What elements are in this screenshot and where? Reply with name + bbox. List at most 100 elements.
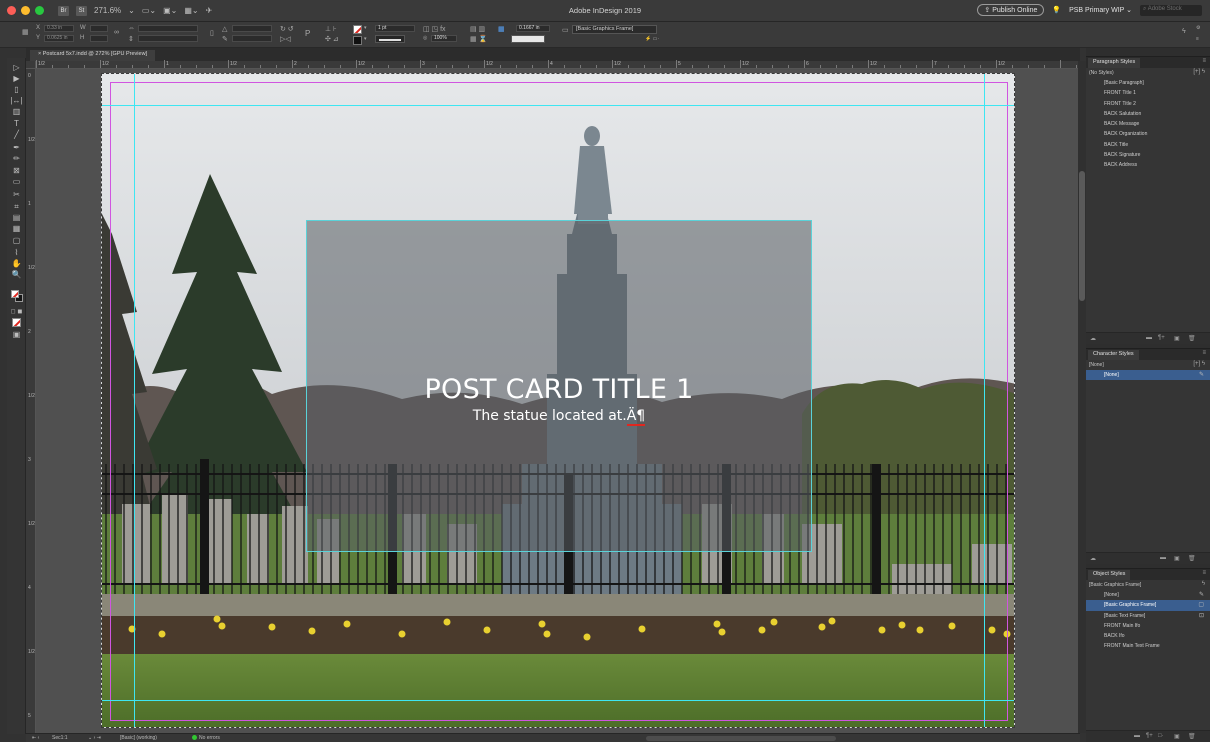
gap-tool-icon[interactable]: |↔| <box>9 95 24 106</box>
object-style-item[interactable]: FRONT Main Ifo <box>1086 621 1210 631</box>
new-group-icon[interactable]: ▬ <box>1146 335 1152 341</box>
pen-tool-icon[interactable]: ✒ <box>9 142 24 153</box>
scale-y-field[interactable] <box>138 35 198 42</box>
type-tool-icon[interactable]: T <box>9 118 24 129</box>
clear-overrides-icon[interactable]: ¶+ <box>1158 335 1165 341</box>
object-style-item[interactable]: [None] ✎ <box>1086 590 1210 600</box>
paragraph-style-item[interactable]: BACK Message <box>1086 119 1210 129</box>
document-tab[interactable]: × Postcard 5x7.indd @ 272% [GPU Preview] <box>30 50 156 61</box>
publish-online-button[interactable]: ⇪ Publish Online <box>977 4 1045 16</box>
shear-field[interactable] <box>232 35 272 42</box>
x-position-field[interactable]: 0.33 in <box>44 25 74 32</box>
zoom-window-button[interactable] <box>35 6 44 15</box>
apply-color-icon[interactable]: ◻ ◼ <box>9 306 24 317</box>
settings-icon[interactable]: ⚙ <box>1196 25 1200 31</box>
character-style-item[interactable]: [None] ✎ <box>1086 370 1210 381</box>
ruler-origin[interactable] <box>26 61 36 69</box>
zoom-tool-icon[interactable]: 🔍 <box>9 269 24 280</box>
clear-attributes-icon[interactable]: □· <box>1158 733 1164 739</box>
preflight-status[interactable]: No errors <box>192 735 220 741</box>
fill-stroke-icon[interactable] <box>11 290 23 302</box>
rectangle-frame-tool-icon[interactable]: ⊠ <box>9 165 24 176</box>
hand-tool-icon[interactable]: ✋ <box>9 258 24 269</box>
rectangle-tool-icon[interactable]: ▭ <box>9 176 24 187</box>
flip-icon[interactable]: ▷◁ <box>280 35 291 43</box>
postcard-title[interactable]: POST CARD TITLE 1 <box>102 374 1014 405</box>
offset-field[interactable]: 0.1667 in <box>516 25 550 32</box>
panel-menu-icon[interactable]: ≡ <box>1196 36 1199 42</box>
new-group-icon[interactable]: ¶+ <box>1146 733 1153 739</box>
paragraph-style-item[interactable]: [Basic Paragraph] <box>1086 78 1210 88</box>
pasteboard[interactable]: POST CARD TITLE 1 The statue located at.… <box>36 69 1080 733</box>
guide-top[interactable] <box>102 105 1014 106</box>
object-style-item[interactable]: [Basic Text Frame] ⊡ <box>1086 611 1210 621</box>
panel-menu-icon[interactable]: ≡ <box>1202 570 1206 576</box>
direct-selection-tool-icon[interactable]: ▶ <box>9 73 24 84</box>
guide-bottom[interactable] <box>102 700 1014 701</box>
close-window-button[interactable] <box>7 6 16 15</box>
style-options-icon[interactable]: ☁ <box>1090 555 1096 562</box>
panel-menu-icon[interactable]: ≡ <box>1202 58 1206 64</box>
object-style-item[interactable]: BACK Ifo <box>1086 631 1210 641</box>
minimize-window-button[interactable] <box>21 6 30 15</box>
reference-point-icon[interactable]: ▦ <box>22 28 29 36</box>
frame-fitting-icon[interactable]: ◫ ◳ fx <box>423 25 446 33</box>
apply-none-icon[interactable] <box>9 317 24 328</box>
fill-dropdown-icon[interactable]: ▾ <box>364 25 367 31</box>
new-style-footer-icon[interactable]: ▣ <box>1174 555 1180 562</box>
paragraph-style-item[interactable]: BACK Address <box>1086 160 1210 170</box>
lightning-icon[interactable]: ϟ <box>1182 28 1186 35</box>
view-options-icon[interactable]: ▭⌄ <box>142 6 156 15</box>
chevron-down-icon[interactable]: ⌄ <box>128 6 135 15</box>
scale-x-field[interactable] <box>138 25 198 32</box>
object-styles-tab[interactable]: Object Styles <box>1088 570 1131 580</box>
gradient-feather-tool-icon[interactable]: ▦ <box>9 223 24 234</box>
stroke-dropdown-icon[interactable]: ▾ <box>364 36 367 42</box>
text-wrap-icon[interactable]: ▤ ▥ <box>470 25 485 33</box>
paragraph-style-item[interactable]: FRONT Title 1 <box>1086 88 1210 98</box>
trash-icon[interactable]: 🗑 <box>1188 335 1196 342</box>
fill-swatch[interactable] <box>353 25 362 34</box>
trash-icon[interactable]: 🗑 <box>1188 555 1196 562</box>
select-container-icon[interactable]: ⊥ ⊦ <box>325 25 337 33</box>
style-options-icon[interactable]: ▬ <box>1134 733 1140 739</box>
panel-menu-icon[interactable]: ≡ <box>1202 350 1206 356</box>
pencil-tool-icon[interactable]: ✏ <box>9 153 24 164</box>
line-tool-icon[interactable]: ╱ <box>9 129 24 140</box>
rocket-icon[interactable]: ✈ <box>206 6 213 15</box>
screen-mode-icon[interactable]: ▣⌄ <box>163 6 177 15</box>
vertical-scroll-thumb[interactable] <box>1079 171 1085 301</box>
style-options-icon[interactable]: ☁ <box>1090 335 1096 342</box>
content-collector-icon[interactable]: ▥ <box>9 106 24 117</box>
paragraph-styles-tab[interactable]: Paragraph Styles <box>1088 58 1141 68</box>
paragraph-style-item[interactable]: BACK Title <box>1086 140 1210 150</box>
object-style-item[interactable]: [Basic Graphics Frame] ▢ <box>1086 600 1210 611</box>
align-icon[interactable]: ▦ ⌛ <box>470 35 487 43</box>
horizontal-scroll-thumb[interactable] <box>646 736 836 741</box>
lightning-icon[interactable]: ϟ <box>1202 581 1205 587</box>
page-tool-icon[interactable]: ▯ <box>9 84 24 95</box>
height-field[interactable] <box>90 35 108 42</box>
eyedropper-tool-icon[interactable]: ⌇ <box>9 247 24 258</box>
object-style-select[interactable]: [Basic Graphics Frame] <box>572 25 657 34</box>
auto-fit-icon[interactable]: ▦ <box>498 25 505 33</box>
page-nav-buttons[interactable]: ⌄ › ⇥ <box>88 735 101 741</box>
new-style-footer-icon[interactable]: ▣ <box>1174 335 1180 342</box>
selection-tool-icon[interactable]: ▷ <box>9 62 24 73</box>
lightbulb-icon[interactable]: 💡 <box>1052 6 1061 14</box>
scissors-tool-icon[interactable]: ✂ <box>9 189 24 200</box>
first-page-icon[interactable]: ⇤ ‹ <box>32 735 39 741</box>
character-styles-tab[interactable]: Character Styles <box>1088 350 1139 360</box>
object-style-item[interactable]: FRONT Main Text Frame <box>1086 641 1210 651</box>
paragraph-style-item[interactable]: BACK Signature <box>1086 150 1210 160</box>
bridge-icon[interactable]: Br <box>58 5 69 16</box>
trash-icon[interactable]: 🗑 <box>1188 733 1196 740</box>
new-style-footer-icon[interactable]: ▣ <box>1174 733 1180 740</box>
free-transform-tool-icon[interactable]: ⌗ <box>9 201 24 212</box>
new-group-icon[interactable]: ▬ <box>1160 555 1166 561</box>
zoom-level[interactable]: 271.6% <box>94 6 121 15</box>
constrain-scale-icon[interactable]: ▯ <box>210 29 214 37</box>
vertical-scrollbar[interactable] <box>1078 61 1086 733</box>
postcard-subtitle[interactable]: The statue located at.Ä¶ <box>102 408 1014 426</box>
stock-icon[interactable]: St <box>76 5 87 16</box>
